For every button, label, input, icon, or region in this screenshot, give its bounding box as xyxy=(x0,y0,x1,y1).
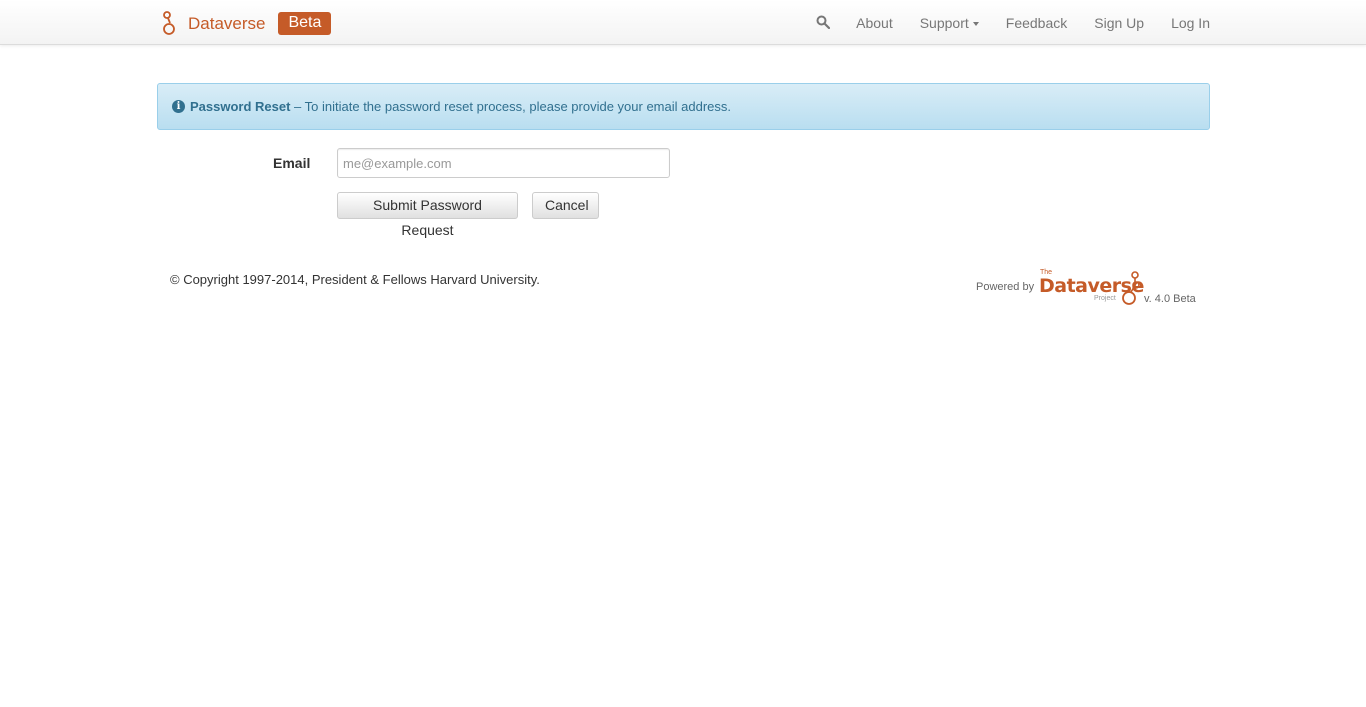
beta-badge: Beta xyxy=(278,11,332,35)
navbar: Dataverse Beta About Support Feedback Si… xyxy=(0,0,1366,45)
version-text: v. 4.0 Beta xyxy=(1144,293,1196,305)
nav-about[interactable]: About xyxy=(856,15,893,31)
nav-signup[interactable]: Sign Up xyxy=(1094,15,1144,31)
cancel-button[interactable]: Cancel xyxy=(532,192,599,219)
alert-title: Password Reset xyxy=(190,99,291,114)
copyright-text: © Copyright 1997-2014, President & Fello… xyxy=(170,272,540,287)
email-input[interactable] xyxy=(337,148,670,178)
nav-support-label: Support xyxy=(919,14,969,31)
brand-link[interactable]: Dataverse Beta xyxy=(160,10,332,36)
nav-support[interactable]: Support xyxy=(920,15,979,31)
search-icon[interactable] xyxy=(816,15,831,29)
caret-down-icon xyxy=(972,21,979,26)
alert-text: Password Reset – To initiate the passwor… xyxy=(190,99,731,114)
logo-project-text: Project xyxy=(1094,295,1116,302)
dataverse-glyph-icon xyxy=(1122,271,1140,305)
info-icon: i xyxy=(172,100,185,113)
email-label: Email xyxy=(273,155,311,171)
nav-links: About Support Feedback Sign Up Log In xyxy=(816,0,1210,45)
nav-feedback[interactable]: Feedback xyxy=(1006,15,1067,31)
password-reset-alert: i Password Reset – To initiate the passw… xyxy=(157,83,1210,130)
alert-message: – To initiate the password reset process… xyxy=(290,99,731,114)
nav-login[interactable]: Log In xyxy=(1171,15,1210,31)
dataverse-logo-icon xyxy=(163,11,175,35)
powered-by-label: Powered by xyxy=(976,281,1035,293)
submit-password-request-button[interactable]: Submit Password Request xyxy=(337,192,518,238)
brand-name: Dataverse xyxy=(188,13,266,33)
